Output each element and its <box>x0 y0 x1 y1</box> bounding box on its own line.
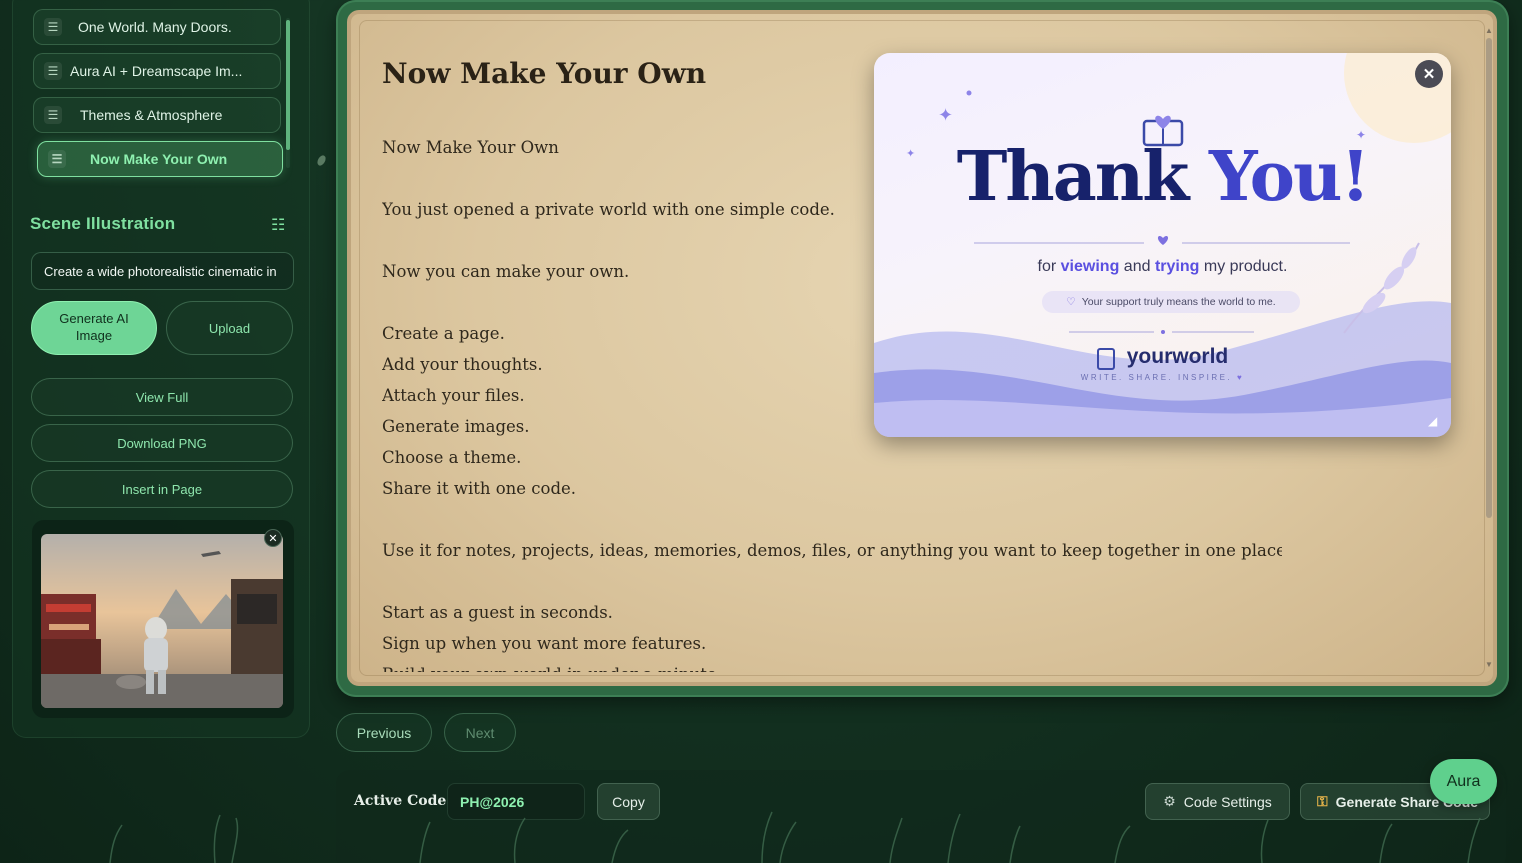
svg-text:✦: ✦ <box>938 105 953 126</box>
key-icon: ⚿ <box>1317 793 1328 809</box>
body-line: Sign up when you want more features. <box>382 634 707 653</box>
body-line: Build your own world in under a minute. <box>382 659 1282 672</box>
body-line: Share it with one code. <box>382 479 577 498</box>
code-settings-button[interactable]: ⚙ Code Settings <box>1145 783 1290 820</box>
insert-in-page-button[interactable]: Insert in Page <box>31 470 293 508</box>
page-item-label: Aura AI + Dreamscape Im... <box>70 63 243 79</box>
heart-icon: ♥ <box>1236 373 1245 382</box>
upload-button[interactable]: Upload <box>166 301 293 355</box>
page-title: Now Make Your Own <box>382 57 707 90</box>
generate-label-line2: Image <box>75 328 113 343</box>
scene-thumbnail-image[interactable] <box>41 534 283 708</box>
resize-handle-icon[interactable]: ◢ <box>1428 414 1437 428</box>
download-png-button[interactable]: Download PNG <box>31 424 293 462</box>
drag-handle-icon[interactable]: ☰ <box>44 62 62 80</box>
copy-code-button[interactable]: Copy <box>597 783 660 820</box>
page-item-label: Themes & Atmosphere <box>80 107 223 123</box>
sub-and: and <box>1123 258 1151 275</box>
sub-rest: my product. <box>1203 258 1288 275</box>
page-item-label: One World. Many Doors. <box>78 19 232 35</box>
body-line: Start as a guest in seconds. <box>382 603 613 622</box>
thank-word: Thank <box>956 137 1190 217</box>
drag-handle-icon[interactable]: ☰ <box>48 150 66 168</box>
next-page-button[interactable]: Next <box>444 713 516 752</box>
aura-assistant-button[interactable]: Aura <box>1430 759 1497 804</box>
body-line: Choose a theme. <box>382 448 522 467</box>
sub-trying: trying <box>1154 258 1200 275</box>
body-line <box>382 504 1282 535</box>
scene-prompt-input[interactable] <box>31 252 294 290</box>
close-image-icon[interactable]: ✕ <box>1415 60 1443 88</box>
brand-name: yourworld <box>1126 345 1229 368</box>
sub-for: for <box>1037 258 1057 275</box>
active-code-label: Active Code: <box>354 793 452 809</box>
brand-tagline: WRITE. SHARE. INSPIRE. ♥ <box>874 373 1451 382</box>
list-icon[interactable]: ☷ <box>271 215 285 235</box>
active-code-input[interactable] <box>447 783 585 820</box>
scroll-up-arrow-icon[interactable]: ▲ <box>1485 26 1493 35</box>
remove-thumbnail-close-icon[interactable]: ✕ <box>264 529 282 547</box>
thank-you-heading: Thank You! <box>874 137 1451 217</box>
heart-outline-icon: ♡ <box>1066 296 1076 308</box>
page-item-aura-ai[interactable]: ☰ Aura AI + Dreamscape Im... <box>33 53 281 89</box>
support-text: Your support truly means the world to me… <box>1081 296 1276 308</box>
page-item-label: Now Make Your Own <box>90 151 228 167</box>
sub-viewing: viewing <box>1060 258 1120 275</box>
astronaut-scene-illustration <box>41 534 283 708</box>
support-message: ♡ Your support truly means the world to … <box>1042 291 1300 313</box>
gear-icon: ⚙ <box>1163 793 1176 809</box>
page-scrollbar-thumb[interactable] <box>1486 38 1492 518</box>
drag-handle-icon[interactable]: ☰ <box>44 106 62 124</box>
you-word: You! <box>1209 137 1370 217</box>
page-item-themes[interactable]: ☰ Themes & Atmosphere <box>33 97 281 133</box>
page-item-one-world[interactable]: ☰ One World. Many Doors. <box>33 9 281 45</box>
view-full-button[interactable]: View Full <box>31 378 293 416</box>
thank-you-subtitle: for viewing and trying my product. <box>874 258 1451 276</box>
scene-thumbnail-container: ✕ <box>32 520 294 718</box>
tagline-text: WRITE. SHARE. INSPIRE. <box>1080 373 1233 382</box>
leaf-decoration <box>315 153 328 168</box>
drag-handle-icon[interactable]: ☰ <box>44 18 62 36</box>
previous-page-button[interactable]: Previous <box>336 713 432 752</box>
page-item-now-make-your-own[interactable]: ☰ Now Make Your Own <box>37 141 283 177</box>
code-settings-label: Code Settings <box>1183 793 1272 810</box>
scene-illustration-heading: Scene Illustration <box>30 214 176 233</box>
generate-label-line1: Generate AI <box>59 311 129 327</box>
thank-you-image-card[interactable]: ✦ ✦ ✦ Thank You! for viewing and trying … <box>874 53 1451 437</box>
body-line: Use it for notes, projects, ideas, memor… <box>382 541 1282 560</box>
generate-ai-image-button[interactable]: Generate AI Image <box>31 301 157 355</box>
body-line <box>382 566 1282 597</box>
page-list-scrollbar-thumb[interactable] <box>286 20 290 150</box>
generate-ai-image-label: Generate AI Image <box>59 311 128 345</box>
scroll-down-arrow-icon[interactable]: ▼ <box>1485 660 1493 669</box>
